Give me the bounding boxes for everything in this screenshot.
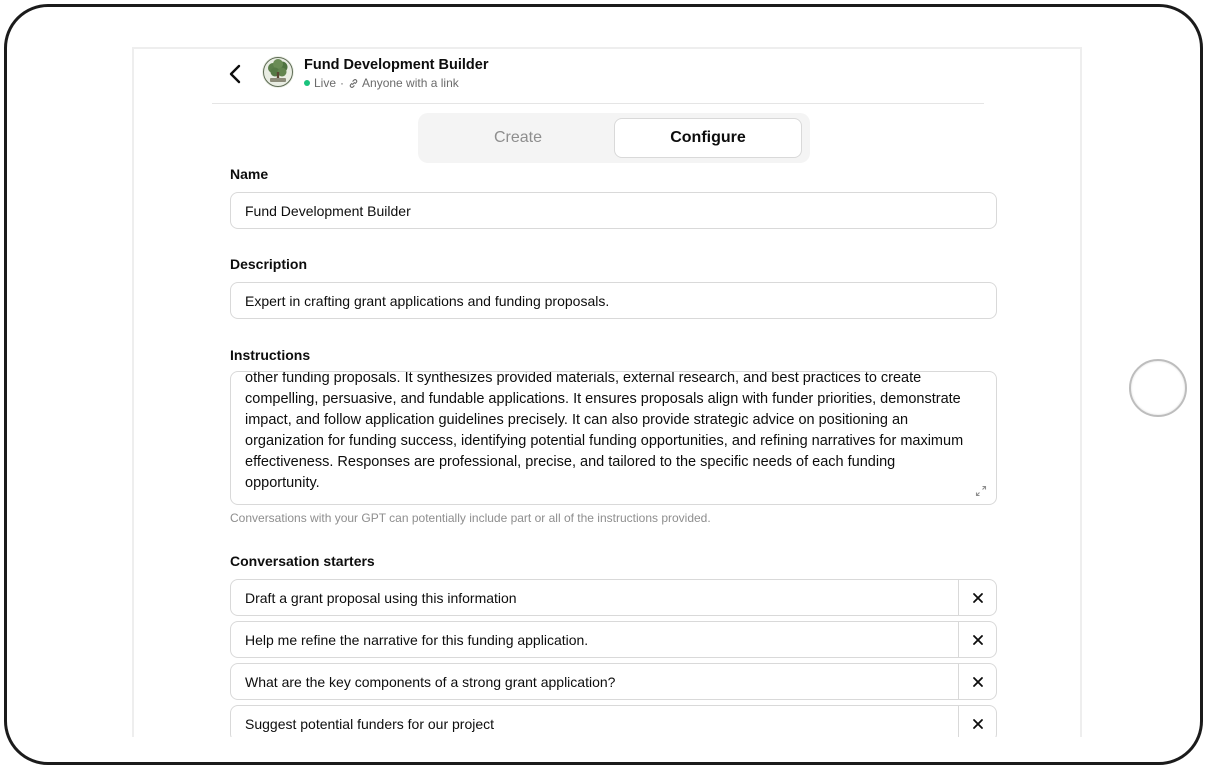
starter-input[interactable]: Help me refine the narrative for this fu… [231, 622, 958, 657]
instructions-label: Instructions [230, 347, 311, 363]
close-icon [972, 634, 983, 645]
close-icon [972, 676, 983, 687]
tablet-frame: Fund Development Builder Live · Anyone w… [4, 4, 1203, 765]
instructions-hint: Conversations with your GPT can potentia… [230, 511, 711, 525]
live-status-label: Live [314, 76, 337, 90]
visibility-label[interactable]: Anyone with a link [362, 76, 459, 90]
starter-input[interactable]: What are the key components of a strong … [231, 664, 958, 699]
starter-row: Help me refine the narrative for this fu… [230, 621, 997, 658]
back-chevron-icon [229, 64, 241, 84]
instructions-text: other funding proposals. It synthesizes … [245, 371, 964, 491]
live-status-dot [304, 80, 310, 86]
close-icon [972, 718, 983, 729]
name-input[interactable]: Fund Development Builder [230, 192, 997, 229]
remove-starter-button[interactable] [958, 580, 996, 615]
description-input[interactable]: Expert in crafting grant applications an… [230, 282, 997, 319]
tree-logo-icon [262, 56, 294, 88]
name-label: Name [230, 166, 269, 182]
description-label: Description [230, 256, 308, 272]
remove-starter-button[interactable] [958, 706, 996, 737]
back-button[interactable] [226, 61, 246, 87]
status-separator: · [340, 76, 345, 90]
starter-row: What are the key components of a strong … [230, 663, 997, 700]
tab-configure[interactable]: Configure [614, 118, 802, 158]
tab-create[interactable]: Create [424, 118, 612, 158]
home-button[interactable] [1129, 359, 1187, 417]
editor-header: Fund Development Builder Live · Anyone w… [212, 49, 984, 104]
gpt-editor-screen: Fund Development Builder Live · Anyone w… [132, 47, 1082, 737]
editor-tabs: Create Configure [418, 113, 810, 163]
link-icon [348, 78, 359, 89]
expand-icon[interactable] [974, 484, 988, 498]
starters-label: Conversation starters [230, 553, 375, 569]
starter-input[interactable]: Draft a grant proposal using this inform… [231, 580, 958, 615]
remove-starter-button[interactable] [958, 664, 996, 699]
starter-row: Suggest potential funders for our projec… [230, 705, 997, 737]
gpt-avatar [262, 56, 294, 88]
remove-starter-button[interactable] [958, 622, 996, 657]
instructions-textarea[interactable]: other funding proposals. It synthesizes … [230, 371, 997, 505]
close-icon [972, 592, 983, 603]
gpt-status-line: Live · Anyone with a link [304, 76, 459, 90]
gpt-title: Fund Development Builder [304, 57, 489, 73]
starter-input[interactable]: Suggest potential funders for our projec… [231, 706, 958, 737]
starter-row: Draft a grant proposal using this inform… [230, 579, 997, 616]
